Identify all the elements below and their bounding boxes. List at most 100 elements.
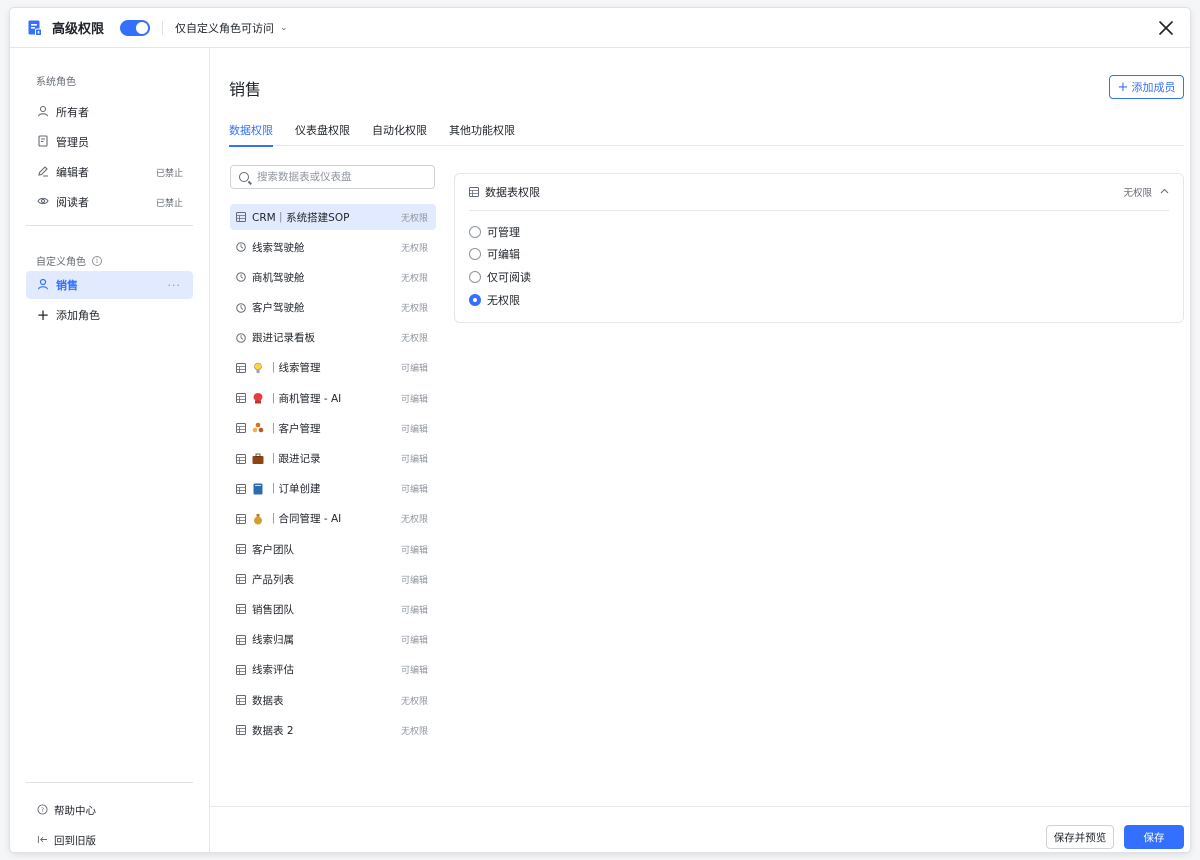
table-row[interactable]: ｜跟进记录 可编辑 (230, 446, 436, 472)
table-row[interactable]: 线索评估 可编辑 (230, 657, 436, 683)
table-row-name: ｜合同管理 - AI (268, 513, 342, 526)
table-icon (236, 393, 246, 404)
table-icon (236, 664, 246, 675)
option-read-only[interactable]: 仅可阅读 (469, 269, 531, 285)
option-no-permission[interactable]: 无权限 (469, 292, 520, 308)
table-row[interactable]: 线索归属 可编辑 (230, 627, 436, 653)
tab-data-permission[interactable]: 数据权限 (229, 122, 273, 147)
table-row-permission: 无权限 (400, 243, 428, 254)
sidebar-bottom-divider (26, 782, 193, 783)
table-row[interactable]: 商机驾驶舱 无权限 (230, 264, 436, 290)
table-row-name: ｜订单创建 (268, 483, 321, 496)
table-row-name: ｜线索管理 (268, 362, 321, 375)
table-icon (236, 483, 246, 494)
permission-tabs: 数据权限 仪表盘权限 自动化权限 其他功能权限 (229, 122, 1184, 147)
dialog-title: 高级权限 (52, 22, 105, 37)
add-role-button[interactable]: + 添加角色 (26, 301, 193, 329)
role-admin[interactable]: 管理员 (26, 128, 193, 156)
help-center-link[interactable]: ? 帮助中心 (36, 803, 96, 818)
role-editor[interactable]: 编辑者 已禁止 (26, 158, 193, 186)
save-button[interactable]: 保存 (1124, 825, 1184, 849)
more-icon[interactable]: ··· (168, 279, 182, 292)
table-row-permission: 可编辑 (400, 364, 428, 375)
sidebar-divider (26, 225, 193, 226)
option-can-manage[interactable]: 可管理 (469, 224, 520, 240)
save-and-preview-button[interactable]: 保存并预览 (1046, 825, 1114, 849)
panel-title: 数据表权限 (485, 186, 540, 199)
chevron-up-icon[interactable] (1160, 187, 1169, 197)
option-can-edit[interactable]: 可编辑 (469, 246, 520, 262)
table-row[interactable]: ｜商机管理 - AI 可编辑 (230, 385, 436, 411)
table-row[interactable]: 数据表 2 无权限 (230, 717, 436, 743)
table-icon (236, 544, 246, 555)
help-center-label: 帮助中心 (54, 805, 96, 817)
tab-other-permission[interactable]: 其他功能权限 (449, 122, 515, 146)
table-row[interactable]: 销售团队 可编辑 (230, 596, 436, 622)
tab-automation-permission[interactable]: 自动化权限 (372, 122, 427, 146)
table-row[interactable]: ｜线索管理 可编辑 (230, 355, 436, 381)
advanced-permission-icon (28, 20, 42, 36)
back-to-old-link[interactable]: 回到旧版 (36, 833, 96, 848)
table-row[interactable]: 客户驾驶舱 无权限 (230, 295, 436, 321)
table-row-name: CRM｜系统搭建SOP (252, 211, 350, 224)
table-row[interactable]: ｜客户管理 可编辑 (230, 415, 436, 441)
radio-read-only[interactable] (469, 271, 481, 283)
table-row-name: 商机驾驶舱 (252, 271, 305, 284)
custom-roles-title-text: 自定义角色 (36, 257, 86, 268)
table-row[interactable]: ｜合同管理 - AI 无权限 (230, 506, 436, 532)
role-owner[interactable]: 所有者 (26, 98, 193, 126)
system-roles-title-text: 系统角色 (36, 77, 76, 88)
table-row[interactable]: ｜订单创建 可编辑 (230, 476, 436, 502)
table-icon (236, 362, 246, 373)
dashboard-icon (236, 242, 246, 252)
panel-current-value: 无权限 (1123, 188, 1152, 199)
table-row-name: 跟进记录看板 (252, 332, 315, 345)
dashboard-icon (236, 332, 246, 343)
table-row-permission: 无权限 (400, 334, 428, 345)
help-icon: ? (36, 803, 48, 818)
table-row[interactable]: 客户团队 可编辑 (230, 536, 436, 562)
table-row-name: ｜客户管理 (268, 422, 321, 435)
close-button[interactable] (1156, 18, 1176, 38)
role-editor-label: 编辑者 (56, 166, 89, 179)
table-row[interactable]: 跟进记录看板 无权限 (230, 325, 436, 351)
table-row[interactable]: 产品列表 可编辑 (230, 566, 436, 592)
table-row-permission: 可编辑 (400, 485, 428, 496)
table-row-permission: 无权限 (400, 273, 428, 284)
add-member-button[interactable]: + 添加成员 (1109, 75, 1184, 99)
table-row-permission: 可编辑 (400, 605, 428, 616)
access-scope-select[interactable]: 仅自定义角色可访问 ⌄ (175, 20, 288, 36)
table-icon (236, 513, 246, 524)
info-icon[interactable]: i (92, 255, 102, 266)
table-icon (236, 212, 246, 222)
user-icon (36, 278, 50, 293)
plus-icon: + (36, 306, 50, 324)
table-row[interactable]: CRM｜系统搭建SOP 无权限 (230, 204, 436, 230)
radio-no-permission[interactable] (469, 294, 481, 306)
tab-dashboard-permission[interactable]: 仪表盘权限 (295, 122, 350, 146)
table-row-permission: 无权限 (400, 726, 428, 737)
add-member-label: 添加成员 (1131, 81, 1176, 94)
table-row-permission: 可编辑 (400, 455, 428, 465)
role-editor-status: 已禁止 (155, 168, 183, 179)
role-sales[interactable]: 销售 ··· (26, 271, 193, 299)
custom-roles-title: 自定义角色 i (36, 253, 102, 268)
back-to-old-label: 回到旧版 (54, 835, 96, 847)
advanced-permission-toggle[interactable] (120, 19, 151, 36)
radio-can-edit[interactable] (469, 248, 481, 260)
panel-header[interactable]: 数据表权限 无权限 (469, 174, 1169, 211)
role-sidebar: 系统角色 所有者 管理员 编辑者 已禁止 阅读者 已禁止 自定义角色 i 销售 … (10, 48, 210, 852)
role-reader[interactable]: 阅读者 已禁止 (26, 188, 193, 216)
table-row[interactable]: 数据表 无权限 (230, 687, 436, 713)
table-row-name: 线索评估 (252, 664, 294, 677)
table-row-name: ｜商机管理 - AI (268, 392, 342, 405)
table-row-permission: 可编辑 (400, 545, 428, 556)
table-row-name: 产品列表 (252, 573, 294, 586)
role-sales-label: 销售 (56, 279, 78, 292)
search-input[interactable] (257, 171, 427, 183)
svg-text:?: ? (40, 805, 43, 813)
admin-doc-icon (36, 134, 50, 150)
radio-can-manage[interactable] (469, 226, 481, 238)
option-can-edit-label: 可编辑 (487, 248, 520, 261)
table-row[interactable]: 线索驾驶舱 无权限 (230, 234, 436, 260)
